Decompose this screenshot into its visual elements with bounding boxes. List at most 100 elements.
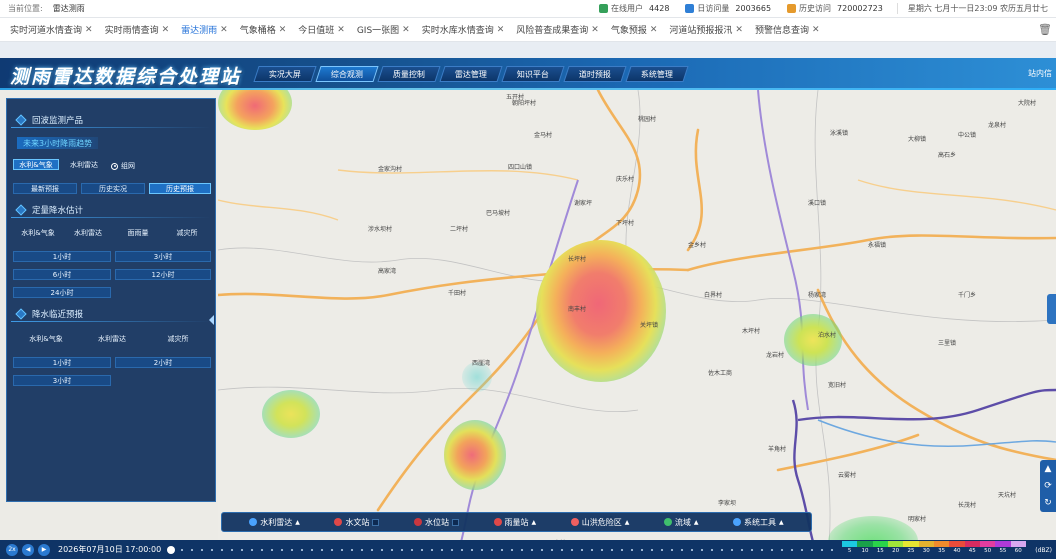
now-1h[interactable]: 1小时: [13, 357, 111, 368]
timeline-tick[interactable]: [791, 548, 794, 551]
timeline-tick[interactable]: [251, 548, 254, 551]
close-icon[interactable]: ✕: [220, 25, 228, 35]
trash-icon[interactable]: 🗑: [1038, 23, 1052, 37]
qpe-1h[interactable]: 1小时: [13, 251, 111, 262]
timeline-tick[interactable]: [451, 548, 454, 551]
timeline-tick[interactable]: [421, 548, 424, 551]
layer-2[interactable]: 水位站: [413, 517, 459, 528]
timeline-tick[interactable]: [231, 548, 234, 551]
rain-trend-heading[interactable]: 未来3小时降雨趋势: [17, 137, 99, 149]
tab-9[interactable]: 河道站预报报汛 ✕: [663, 18, 749, 42]
timeline-tick[interactable]: [731, 548, 734, 551]
now-2h[interactable]: 2小时: [115, 357, 211, 368]
timeline-tick[interactable]: [781, 548, 784, 551]
tab-6[interactable]: 实时水库水情查询 ✕: [416, 18, 511, 42]
qpe-tab-water-meteo[interactable]: 水利&气象: [13, 227, 63, 238]
qpe-tab-disaster-office[interactable]: 减灾所: [163, 227, 211, 238]
tab-5[interactable]: GIS一张图 ✕: [351, 18, 416, 42]
caret-up-icon[interactable]: ▲: [532, 519, 537, 526]
tab-7[interactable]: 风险普查成果查询 ✕: [510, 18, 605, 42]
timeline-tick[interactable]: [181, 548, 184, 551]
timeline-tick[interactable]: [721, 548, 724, 551]
section-qpe[interactable]: 定量降水估计: [11, 203, 211, 218]
reset-icon[interactable]: ↻: [1044, 498, 1052, 508]
now-3h[interactable]: 3小时: [13, 375, 111, 386]
nav-4[interactable]: 知识平台: [501, 66, 565, 82]
now-tab-disaster-office[interactable]: 减灾所: [145, 333, 211, 344]
timeline-tick[interactable]: [461, 548, 464, 551]
nav-2[interactable]: 质量控制: [377, 66, 441, 82]
tab-2[interactable]: 雷达测雨 ✕: [175, 18, 234, 42]
tab-4[interactable]: 今日值班 ✕: [292, 18, 351, 42]
close-icon[interactable]: ✕: [812, 25, 820, 35]
close-icon[interactable]: ✕: [591, 25, 599, 35]
layer-3[interactable]: 雨量站 ▲: [493, 517, 537, 528]
src-tab-water-meteo[interactable]: 水利&气象: [13, 159, 59, 170]
timeline-tick[interactable]: [321, 548, 324, 551]
timeline-tick[interactable]: [761, 548, 764, 551]
timeline-tick[interactable]: [431, 548, 434, 551]
timeline-tick[interactable]: [371, 548, 374, 551]
layer-1[interactable]: 水文站: [334, 517, 380, 528]
timeline-tick[interactable]: [601, 548, 604, 551]
timeline-tick[interactable]: [701, 548, 704, 551]
timeline-tick[interactable]: [821, 548, 824, 551]
timeline-tick[interactable]: [831, 548, 834, 551]
caret-up-icon[interactable]: ▲: [295, 519, 300, 526]
timeline-tick[interactable]: [591, 548, 594, 551]
tab-0[interactable]: 实时河道水情查询 ✕: [4, 18, 99, 42]
timeline-tick[interactable]: [561, 548, 564, 551]
tab-10[interactable]: 预警信息查询 ✕: [749, 18, 826, 42]
prev-frame-icon[interactable]: ◀: [22, 543, 34, 556]
timeline-tick[interactable]: [361, 548, 364, 551]
nav-1[interactable]: 综合观测: [315, 66, 379, 82]
close-icon[interactable]: ✕: [85, 25, 93, 35]
timeline-tick[interactable]: [651, 548, 654, 551]
caret-up-icon[interactable]: ▲: [625, 519, 630, 526]
collapse-panel-icon[interactable]: [209, 315, 214, 325]
right-panel-toggle[interactable]: [1047, 294, 1056, 324]
timeline-tick[interactable]: [801, 548, 804, 551]
section-nowcast[interactable]: 降水临近预报: [11, 307, 211, 322]
qpe-24h[interactable]: 24小时: [13, 287, 111, 298]
play-icon[interactable]: ▶: [38, 543, 50, 556]
timeline-track[interactable]: [181, 544, 834, 556]
timeline-tick[interactable]: [331, 548, 334, 551]
tab-1[interactable]: 实时雨情查询 ✕: [99, 18, 176, 42]
timeline-tick[interactable]: [671, 548, 674, 551]
checkbox-icon[interactable]: [372, 518, 380, 526]
qpe-6h[interactable]: 6小时: [13, 269, 111, 280]
timeline-tick[interactable]: [611, 548, 614, 551]
close-icon[interactable]: ✕: [650, 25, 658, 35]
timeline-tick[interactable]: [641, 548, 644, 551]
timeline-tick[interactable]: [211, 548, 214, 551]
timeline-tick[interactable]: [551, 548, 554, 551]
timeline-tick[interactable]: [661, 548, 664, 551]
timeline-tick[interactable]: [391, 548, 394, 551]
qpe-3h[interactable]: 3小时: [115, 251, 211, 262]
timeline-tick[interactable]: [681, 548, 684, 551]
timeline-tick[interactable]: [241, 548, 244, 551]
qpe-12h[interactable]: 12小时: [115, 269, 211, 280]
tab-8[interactable]: 气象预报 ✕: [605, 18, 664, 42]
timeline-tick[interactable]: [221, 548, 224, 551]
timeline-tick[interactable]: [311, 548, 314, 551]
close-icon[interactable]: ✕: [402, 25, 410, 35]
timeline-tick[interactable]: [411, 548, 414, 551]
timeline-tick[interactable]: [521, 548, 524, 551]
timeline-tick[interactable]: [491, 548, 494, 551]
nav-5[interactable]: 道时预报: [563, 66, 627, 82]
caret-up-icon[interactable]: ▲: [779, 519, 784, 526]
station-mail[interactable]: 站内信: [1028, 68, 1052, 79]
timeline-tick[interactable]: [511, 548, 514, 551]
timeline-tick[interactable]: [201, 548, 204, 551]
close-icon[interactable]: ✕: [735, 25, 743, 35]
now-tab-water-radar[interactable]: 水利雷达: [79, 333, 145, 344]
timeline-tick[interactable]: [631, 548, 634, 551]
timeline-tick[interactable]: [711, 548, 714, 551]
timeline-tick[interactable]: [261, 548, 264, 551]
checkbox-icon[interactable]: [451, 518, 459, 526]
speed-button[interactable]: 2x: [6, 543, 18, 556]
map-view[interactable]: 五开村 桃园村 朝阳坪村 金马村 金家沟村 四口山镇 庆乐村 谢家坪 泳溪镇 大柳镇 高石乡 中公镇龙…: [218, 90, 1056, 559]
timeline-tick[interactable]: [501, 548, 504, 551]
